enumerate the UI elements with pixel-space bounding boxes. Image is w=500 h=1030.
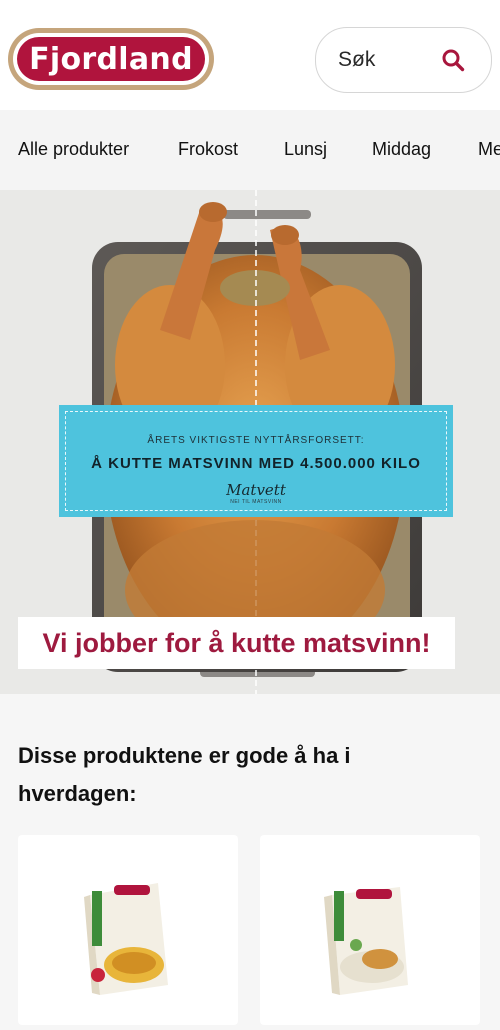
product-card-soup[interactable] [18,835,238,1025]
hero-banner[interactable]: ÅRETS VIKTIGSTE NYTTÅRSFORSETT: Å KUTTE … [0,190,500,694]
hero-caption[interactable]: Vi jobber for å kutte matsvinn! [18,617,455,669]
nav-item-middag[interactable]: Middag [372,139,431,160]
product-card-chicken[interactable] [260,835,480,1025]
chicken-package-icon [324,887,408,995]
promo-box: ÅRETS VIKTIGSTE NYTTÅRSFORSETT: Å KUTTE … [59,405,453,517]
logo-text: Fjordland [29,41,193,77]
hero-caption-text: Vi jobber for å kutte matsvinn! [42,627,431,658]
nav-item-alle-produkter[interactable]: Alle produkter [18,139,129,160]
nav-item-frokost[interactable]: Frokost [178,139,238,160]
matvett-tagline: NEI TIL MATSVINN [230,499,282,505]
soup-package-icon [84,883,168,995]
nav-item-lunsj[interactable]: Lunsj [284,139,327,160]
search-label: Søk [338,48,376,71]
section-title: Disse produktene er gode å ha i hverdage… [18,743,351,806]
promo-subtitle: ÅRETS VIKTIGSTE NYTTÅRSFORSETT: [147,435,365,446]
search-icon [442,49,465,72]
nav-item-more[interactable]: Me [478,139,500,160]
fjordland-logo[interactable]: Fjordland [8,28,214,90]
promo-title: Å KUTTE MATSVINN MED 4.500.000 KILO [91,455,421,472]
category-nav: Alle produkter Frokost Lunsj Middag Me [0,110,500,190]
matvett-logo: Matvett [226,481,286,499]
header: Fjordland Søk [0,0,500,110]
search-button[interactable]: Søk [315,27,492,93]
